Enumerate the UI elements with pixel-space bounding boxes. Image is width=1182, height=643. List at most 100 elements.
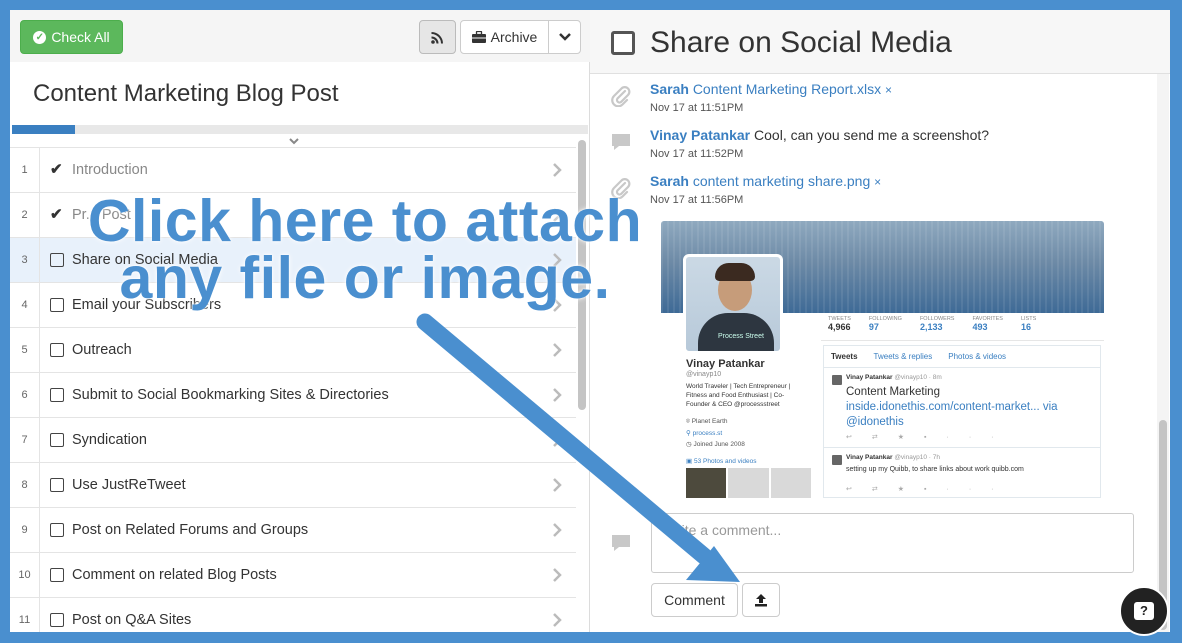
profile-photo: Process Street <box>683 254 783 354</box>
help-button[interactable]: ? <box>1119 586 1169 636</box>
task-row[interactable]: 3 Share on Social Media <box>10 237 576 282</box>
tab-photos-videos: Photos & videos <box>948 352 1007 361</box>
task-row[interactable]: 1 ✔ Introduction <box>10 147 576 192</box>
tab-tweets: Tweets <box>831 352 858 361</box>
archive-dropdown-button[interactable] <box>548 20 581 54</box>
comment-author[interactable]: Sarah <box>650 81 689 97</box>
chevron-right-icon <box>553 523 562 537</box>
chevron-right-icon <box>553 253 562 267</box>
task-checkbox[interactable] <box>50 253 64 267</box>
profile-photos-link: ▣ 53 Photos and videos <box>686 458 757 465</box>
attachment-link[interactable]: Content Marketing Report.xlsx <box>693 81 881 97</box>
tweet-author: Vinay Patankar @vinayp10 · 7h <box>846 454 940 461</box>
profile-location: ⌾ Planet Earth <box>686 418 728 425</box>
comment-timestamp: Nov 17 at 11:51PM <box>650 102 744 114</box>
shirt-logo: Process Street <box>718 333 764 340</box>
rss-button[interactable] <box>419 20 456 54</box>
stat-value: 493 <box>972 322 988 332</box>
briefcase-icon <box>471 31 486 43</box>
remove-attachment-icon[interactable]: × <box>874 175 881 189</box>
checkmark-icon[interactable]: ✔ <box>50 162 64 177</box>
task-label: Syndication <box>72 432 147 448</box>
checkmark-icon[interactable]: ✔ <box>50 207 64 222</box>
checklist-title: Content Marketing Blog Post <box>33 80 339 107</box>
task-checkbox[interactable] <box>50 343 64 357</box>
task-checkbox[interactable] <box>50 298 64 312</box>
task-title: Share on Social Media <box>650 26 952 59</box>
tab-tweets-replies: Tweets & replies <box>873 352 933 361</box>
attachment-image-preview[interactable]: Process Street TWEETS 4,966 FOLLOWING 97 FOL… <box>661 221 1104 498</box>
comment-author[interactable]: Vinay Patankar <box>650 127 750 143</box>
task-label: Use JustReTweet <box>72 477 186 493</box>
timeline-tabs: Tweets Tweets & replies Photos & videos <box>824 346 1100 368</box>
task-checkbox[interactable] <box>50 433 64 447</box>
task-checkbox[interactable] <box>50 388 64 402</box>
task-number: 6 <box>10 373 40 417</box>
check-all-button[interactable]: ✓ Check All <box>20 20 123 54</box>
task-label: Post on Related Forums and Groups <box>72 522 309 538</box>
photo-thumbnails <box>686 468 811 498</box>
upload-button[interactable] <box>742 583 780 617</box>
task-complete-checkbox[interactable] <box>611 31 635 55</box>
tweet-body: Content Marketing inside.idonethis.com/c… <box>846 386 1058 428</box>
task-row[interactable]: 4 Email your Subscribers <box>10 282 576 327</box>
checklist-progress-fill <box>12 125 76 134</box>
task-checkbox[interactable] <box>50 478 64 492</box>
task-row[interactable]: 10 Comment on related Blog Posts <box>10 552 576 597</box>
task-label: Submit to Social Bookmarking Sites & Dir… <box>72 387 389 403</box>
comment-author[interactable]: Sarah <box>650 173 689 189</box>
checklist-scrollbar[interactable] <box>578 140 586 410</box>
task-row[interactable]: 7 Syndication <box>10 417 576 462</box>
comment-button[interactable]: Comment <box>651 583 738 617</box>
task-row[interactable]: 11 Post on Q&A Sites <box>10 597 576 632</box>
profile-stat: FAVORITES 493 <box>972 316 1002 340</box>
task-number: 5 <box>10 328 40 372</box>
comment-input[interactable]: Write a comment... <box>651 513 1134 573</box>
profile-name: Vinay Patankar <box>686 358 765 370</box>
task-number: 11 <box>10 598 40 632</box>
task-label: Post on Q&A Sites <box>72 612 192 628</box>
paperclip-icon <box>611 86 631 107</box>
tweet: Vinay Patankar @vinayp10 · 7h setting up… <box>824 448 1100 498</box>
remove-attachment-icon[interactable]: × <box>885 83 892 97</box>
chevron-right-icon <box>553 163 562 177</box>
paperclip-icon <box>611 178 631 199</box>
checklist-toolbar: ✓ Check All Archive <box>10 10 590 62</box>
attachment-link[interactable]: content marketing share.png <box>693 173 870 189</box>
tweet-actions: ↩⇄★▪··· <box>846 434 1014 441</box>
help-icon: ? <box>1134 602 1154 620</box>
chevron-right-icon <box>553 388 562 402</box>
archive-button[interactable]: Archive <box>460 20 549 54</box>
collapse-caret-icon[interactable] <box>286 135 302 147</box>
feed-entry-text: Sarah content marketing share.png × <box>650 173 881 189</box>
stat-value: 2,133 <box>919 322 943 332</box>
chevron-down-icon <box>558 33 571 41</box>
profile-stat: TWEETS 4,966 <box>828 316 851 340</box>
tweet-body: setting up my Quibb, to share links abou… <box>846 466 1024 473</box>
tweet-author: Vinay Patankar @vinayp10 · 8m <box>846 374 942 381</box>
task-row[interactable]: 5 Outreach <box>10 327 576 372</box>
tweet-actions: ↩⇄★▪··· <box>846 486 1014 493</box>
photo-thumbnail <box>686 468 727 498</box>
task-checkbox[interactable] <box>50 523 64 537</box>
profile-stat: FOLLOWERS 2,133 <box>920 316 955 340</box>
task-checkbox[interactable] <box>50 613 64 627</box>
profile-stat: LISTS 16 <box>1021 316 1036 340</box>
comment-timestamp: Nov 17 at 11:52PM <box>650 148 744 160</box>
profile-bio: World Traveler | Tech Entrepreneur | Fit… <box>686 383 791 408</box>
stat-value: 16 <box>1020 322 1031 332</box>
task-row[interactable]: 6 Submit to Social Bookmarking Sites & Di… <box>10 372 576 417</box>
task-number: 1 <box>10 148 40 192</box>
task-label: Share on Social Media <box>72 252 218 268</box>
speech-bubble-icon <box>612 535 630 551</box>
task-row[interactable]: 8 Use JustReTweet <box>10 462 576 507</box>
profile-stat: FOLLOWING 97 <box>869 316 902 340</box>
task-number: 7 <box>10 418 40 462</box>
task-row[interactable]: 2 ✔ Pr... Post <box>10 192 576 237</box>
feed-entry-text: Vinay Patankar Cool, can you send me a s… <box>650 127 989 143</box>
photo-thumbnail <box>728 468 769 498</box>
task-checkbox[interactable] <box>50 568 64 582</box>
checklist-progress-bar <box>12 125 588 134</box>
checklist-panel: ✓ Check All Archive Content Marketing Bl… <box>10 10 590 632</box>
task-row[interactable]: 9 Post on Related Forums and Groups <box>10 507 576 552</box>
